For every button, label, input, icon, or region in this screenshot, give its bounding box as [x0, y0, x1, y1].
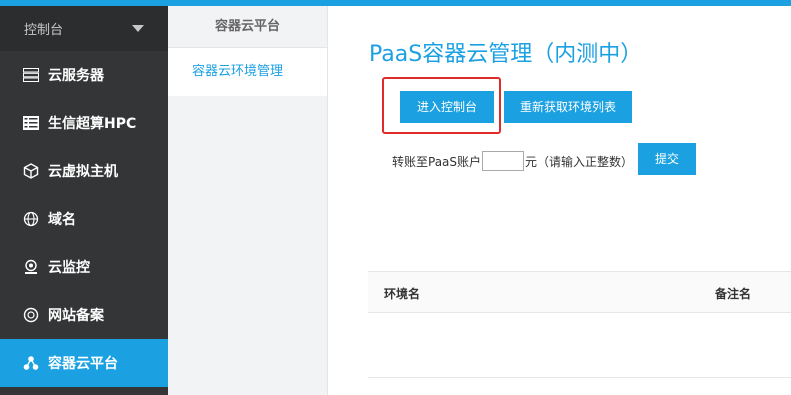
- globe-icon: [22, 210, 40, 228]
- sidebar-item-label: 云监控: [48, 260, 90, 276]
- table-header: 环境名 备注名: [368, 272, 791, 313]
- camera-icon: [22, 258, 40, 276]
- main-content: PaaS容器云管理（内测中） 进入控制台 重新获取环境列表 转账至PaaS账户 …: [328, 6, 791, 395]
- sidebar-item-label: 网站备案: [48, 308, 104, 324]
- sidebar-item-label: 云服务器: [48, 68, 104, 84]
- list-icon: [22, 114, 40, 132]
- subnav-title: 容器云平台: [168, 6, 327, 48]
- column-header-remark: 备注名: [715, 287, 752, 301]
- sidebar-item-hpc[interactable]: 生信超算HPC: [0, 99, 168, 147]
- transfer-suffix-label: 元（请输入正整数）: [525, 154, 634, 169]
- transfer-form: 转账至PaaS账户 元（请输入正整数）: [392, 149, 633, 173]
- env-table: 环境名 备注名: [368, 271, 791, 378]
- transfer-amount-input[interactable]: [482, 151, 525, 171]
- sidebar-item-label: 域名: [48, 212, 76, 228]
- sub-navigation: 容器云平台 容器云环境管理: [168, 6, 328, 395]
- sidebar-item-cloud-server[interactable]: 云服务器: [0, 51, 168, 99]
- sidebar-item-virtual-host[interactable]: 云虚拟主机: [0, 147, 168, 195]
- cluster-icon: [22, 354, 40, 372]
- cube-icon: [22, 162, 40, 180]
- refresh-env-list-button[interactable]: 重新获取环境列表: [504, 91, 632, 123]
- chevron-down-icon: [132, 25, 144, 32]
- sidebar-item-monitor[interactable]: 云监控: [0, 243, 168, 291]
- sidebar-item-container-cloud[interactable]: 容器云平台: [0, 339, 168, 387]
- sidebar-item-label: 云虚拟主机: [48, 164, 118, 180]
- sidebar: 控制台 云服务器 生信超算HPC 云虚拟主机 域名 云监控 网站备案 容器云平台: [0, 6, 168, 395]
- subnav-item-env-management[interactable]: 容器云环境管理: [168, 48, 327, 96]
- server-icon: [22, 66, 40, 84]
- sidebar-item-label: 生信超算HPC: [48, 116, 137, 132]
- sidebar-item-icp[interactable]: 网站备案: [0, 291, 168, 339]
- transfer-prefix-label: 转账至PaaS账户: [392, 154, 482, 169]
- enter-console-button[interactable]: 进入控制台: [400, 91, 494, 123]
- sidebar-header[interactable]: 控制台: [0, 6, 168, 51]
- sidebar-header-label: 控制台: [24, 23, 64, 38]
- page-title: PaaS容器云管理（内测中）: [369, 42, 643, 67]
- sidebar-item-domain[interactable]: 域名: [0, 195, 168, 243]
- submit-button[interactable]: 提交: [638, 143, 696, 175]
- column-header-env-name: 环境名: [384, 287, 421, 301]
- sidebar-item-label: 容器云平台: [48, 356, 118, 372]
- seal-icon: [22, 306, 40, 324]
- table-body: [368, 313, 791, 378]
